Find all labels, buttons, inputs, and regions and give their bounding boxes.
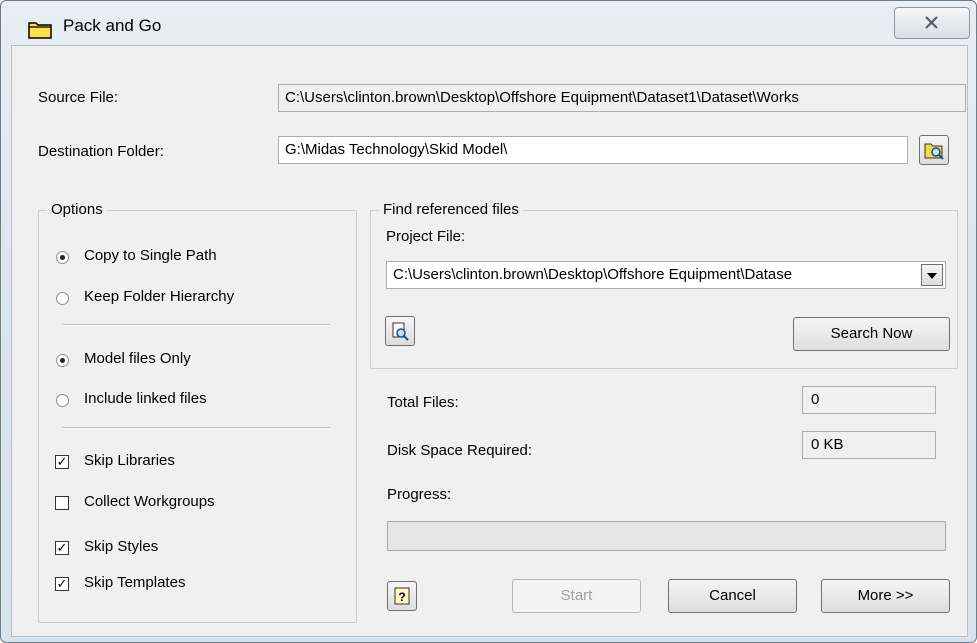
- find-referenced-files-group: Find referenced files Project File: C:\U…: [370, 201, 958, 369]
- disk-space-label: Disk Space Required:: [387, 442, 533, 459]
- skip-libraries-label: Skip Libraries: [84, 452, 175, 469]
- help-button[interactable]: ?: [387, 581, 417, 611]
- project-file-value: C:\Users\clinton.brown\Desktop\Offshore …: [393, 266, 793, 283]
- total-files-value: 0: [802, 386, 936, 414]
- progress-label: Progress:: [387, 486, 452, 503]
- start-button[interactable]: Start: [512, 579, 641, 613]
- browse-folder-icon: [924, 143, 944, 160]
- search-file-button[interactable]: [385, 316, 415, 346]
- collect-workgroups-label: Collect Workgroups: [84, 493, 215, 510]
- skip-templates-checkbox[interactable]: ✓: [55, 577, 69, 591]
- options-separator-2: [63, 427, 330, 429]
- pack-and-go-window: Pack and Go Source File: C:\Users\clinto…: [0, 0, 977, 643]
- skip-styles-label: Skip Styles: [84, 538, 159, 555]
- source-file-field[interactable]: C:\Users\clinton.brown\Desktop\Offshore …: [278, 84, 966, 112]
- combo-dropdown-button[interactable]: [921, 264, 943, 286]
- window-title: Pack and Go: [63, 16, 162, 35]
- copy-single-path-label: Copy to Single Path: [84, 247, 217, 264]
- copy-single-path-radio[interactable]: [56, 251, 69, 264]
- keep-folder-hierarchy-radio[interactable]: [56, 292, 69, 305]
- total-files-label: Total Files:: [387, 394, 459, 411]
- destination-folder-field[interactable]: G:\Midas Technology\Skid Model\: [278, 136, 908, 164]
- search-file-icon: [392, 322, 409, 341]
- cancel-button[interactable]: Cancel: [668, 579, 797, 613]
- more-button[interactable]: More >>: [821, 579, 950, 613]
- svg-text:?: ?: [398, 590, 405, 604]
- find-referenced-files-title: Find referenced files: [379, 201, 523, 218]
- project-file-label: Project File:: [386, 228, 466, 245]
- project-file-combobox[interactable]: C:\Users\clinton.brown\Desktop\Offshore …: [386, 261, 946, 289]
- browse-button[interactable]: [919, 135, 949, 165]
- dialog-body: Source File: C:\Users\clinton.brown\Desk…: [11, 45, 968, 637]
- source-file-label: Source File:: [38, 89, 119, 106]
- progress-bar: [387, 521, 946, 551]
- chevron-down-icon: [927, 273, 937, 279]
- skip-libraries-checkbox[interactable]: ✓: [55, 455, 69, 469]
- keep-folder-hierarchy-label: Keep Folder Hierarchy: [84, 288, 235, 305]
- options-group: Options Copy to Single Path Keep Folder …: [38, 201, 357, 623]
- close-icon: [925, 16, 938, 29]
- search-now-button[interactable]: Search Now: [793, 317, 950, 351]
- title-bar: Pack and Go: [1, 1, 976, 45]
- close-button[interactable]: [894, 7, 970, 39]
- destination-folder-label: Destination Folder:: [38, 143, 164, 160]
- include-linked-files-radio[interactable]: [56, 394, 69, 407]
- collect-workgroups-checkbox[interactable]: [55, 496, 69, 510]
- include-linked-files-label: Include linked files: [84, 390, 207, 407]
- skip-styles-checkbox[interactable]: ✓: [55, 541, 69, 555]
- skip-templates-label: Skip Templates: [84, 574, 186, 591]
- folder-icon: [28, 19, 52, 44]
- options-title: Options: [47, 201, 107, 218]
- help-icon: ?: [394, 587, 410, 605]
- options-separator-1: [63, 324, 330, 326]
- model-files-only-label: Model files Only: [84, 350, 191, 367]
- disk-space-value: 0 KB: [802, 431, 936, 459]
- model-files-only-radio[interactable]: [56, 354, 69, 367]
